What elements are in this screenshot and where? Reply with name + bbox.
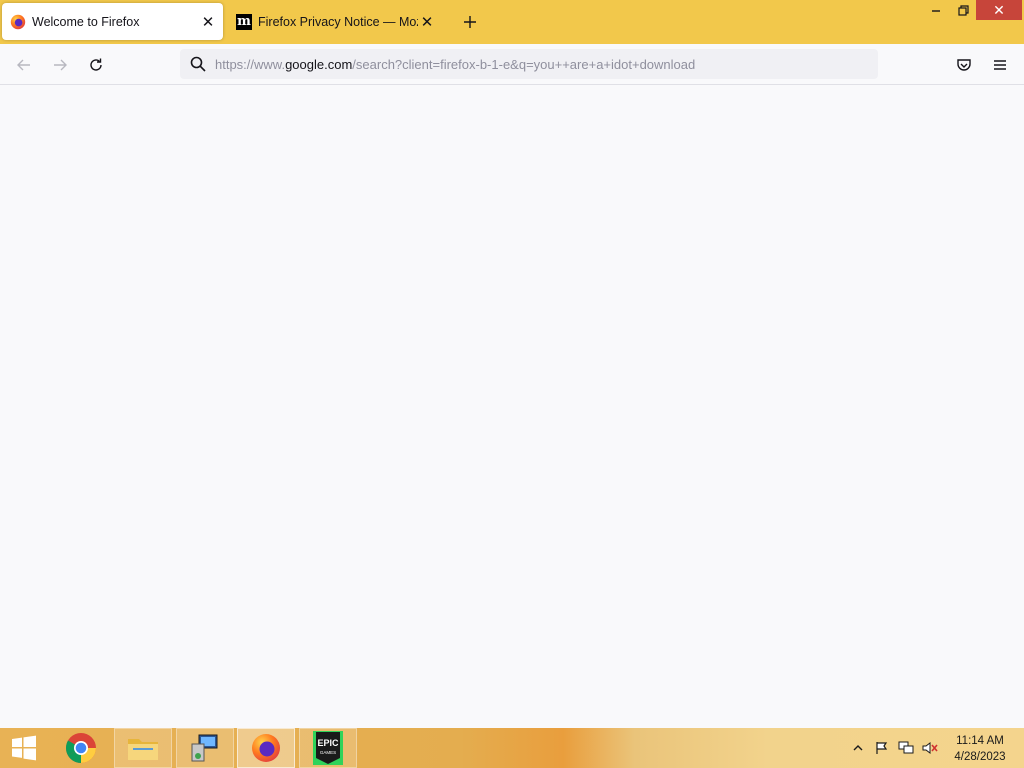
close-tab-icon[interactable]: ✕ [418, 13, 436, 31]
tab-title: Welcome to Firefox [32, 14, 140, 29]
app-menu-button[interactable] [987, 52, 1013, 78]
close-tab-icon[interactable]: ✕ [199, 13, 217, 31]
navigation-toolbar: https://www.google.com/search?client=fir… [0, 44, 1024, 85]
remote-desktop-icon [191, 734, 218, 762]
close-icon: ✕ [993, 1, 1005, 18]
network-button[interactable] [898, 740, 914, 756]
restore-icon [957, 4, 969, 16]
clock-time: 11:14 AM [956, 735, 1004, 747]
arrow-left-icon [17, 59, 30, 71]
taskbar: EPIC GAMES 11:14 AM 4/28/2023 [0, 728, 1024, 768]
arrow-right-icon [54, 59, 67, 71]
mozilla-icon: m [236, 13, 252, 30]
folder-icon [128, 739, 158, 760]
epic-label-top: EPIC [317, 738, 339, 748]
chrome-icon [65, 733, 96, 763]
tab-strip: Welcome to Firefox ✕ m Firefox Privacy N… [0, 0, 1024, 44]
close-window-button[interactable]: ✕ [976, 0, 1022, 20]
system-clock[interactable]: 11:14 AM 4/28/2023 [944, 733, 1016, 765]
taskbar-epic-games[interactable]: EPIC GAMES [299, 728, 357, 768]
pocket-icon [957, 59, 971, 71]
chevron-up-icon [853, 745, 863, 751]
network-icon [898, 741, 914, 754]
clock-date: 4/28/2023 [954, 751, 1006, 763]
action-center-button[interactable] [874, 740, 890, 756]
taskbar-firefox[interactable] [237, 728, 295, 768]
volume-button[interactable] [922, 740, 938, 756]
reload-icon [90, 58, 102, 71]
taskbar-file-explorer[interactable] [114, 728, 172, 768]
address-bar[interactable]: https://www.google.com/search?client=fir… [180, 49, 878, 79]
pocket-button[interactable] [951, 52, 977, 78]
new-tab-button[interactable] [458, 10, 482, 34]
minimize-button[interactable] [922, 0, 950, 20]
firefox-icon [10, 14, 26, 29]
taskbar-chrome[interactable] [52, 728, 110, 768]
start-button[interactable] [0, 728, 48, 768]
back-button[interactable] [11, 52, 37, 78]
epic-label-bottom: GAMES [320, 750, 336, 755]
tab-title: Firefox Privacy Notice — Mozilla [258, 14, 418, 29]
url-path: /search?client=firefox-b-1-e&q=you++are+… [352, 56, 696, 72]
plus-icon [464, 16, 476, 28]
tab-welcome-to-firefox[interactable]: Welcome to Firefox ✕ [2, 3, 223, 40]
page-content[interactable] [0, 85, 1024, 728]
url-text[interactable]: https://www.google.com/search?client=fir… [215, 57, 695, 72]
minimize-icon [932, 10, 940, 12]
reload-button[interactable] [83, 52, 109, 78]
flag-icon [876, 742, 888, 754]
url-prefix: https://www. [215, 56, 286, 72]
show-hidden-icons-button[interactable] [850, 740, 866, 756]
windows-logo-icon [12, 735, 36, 761]
epic-games-icon: EPIC GAMES [313, 731, 343, 765]
restore-button[interactable] [950, 0, 976, 20]
hamburger-menu-icon [994, 60, 1006, 70]
firefox-icon [252, 734, 280, 762]
forward-button[interactable] [47, 52, 73, 78]
tab-firefox-privacy-notice[interactable]: m Firefox Privacy Notice — Mozilla ✕ [228, 3, 442, 40]
taskbar-remote-desktop[interactable] [176, 728, 234, 768]
search-icon [190, 56, 206, 72]
url-host: google.com [285, 56, 353, 72]
speaker-muted-icon [922, 742, 938, 754]
